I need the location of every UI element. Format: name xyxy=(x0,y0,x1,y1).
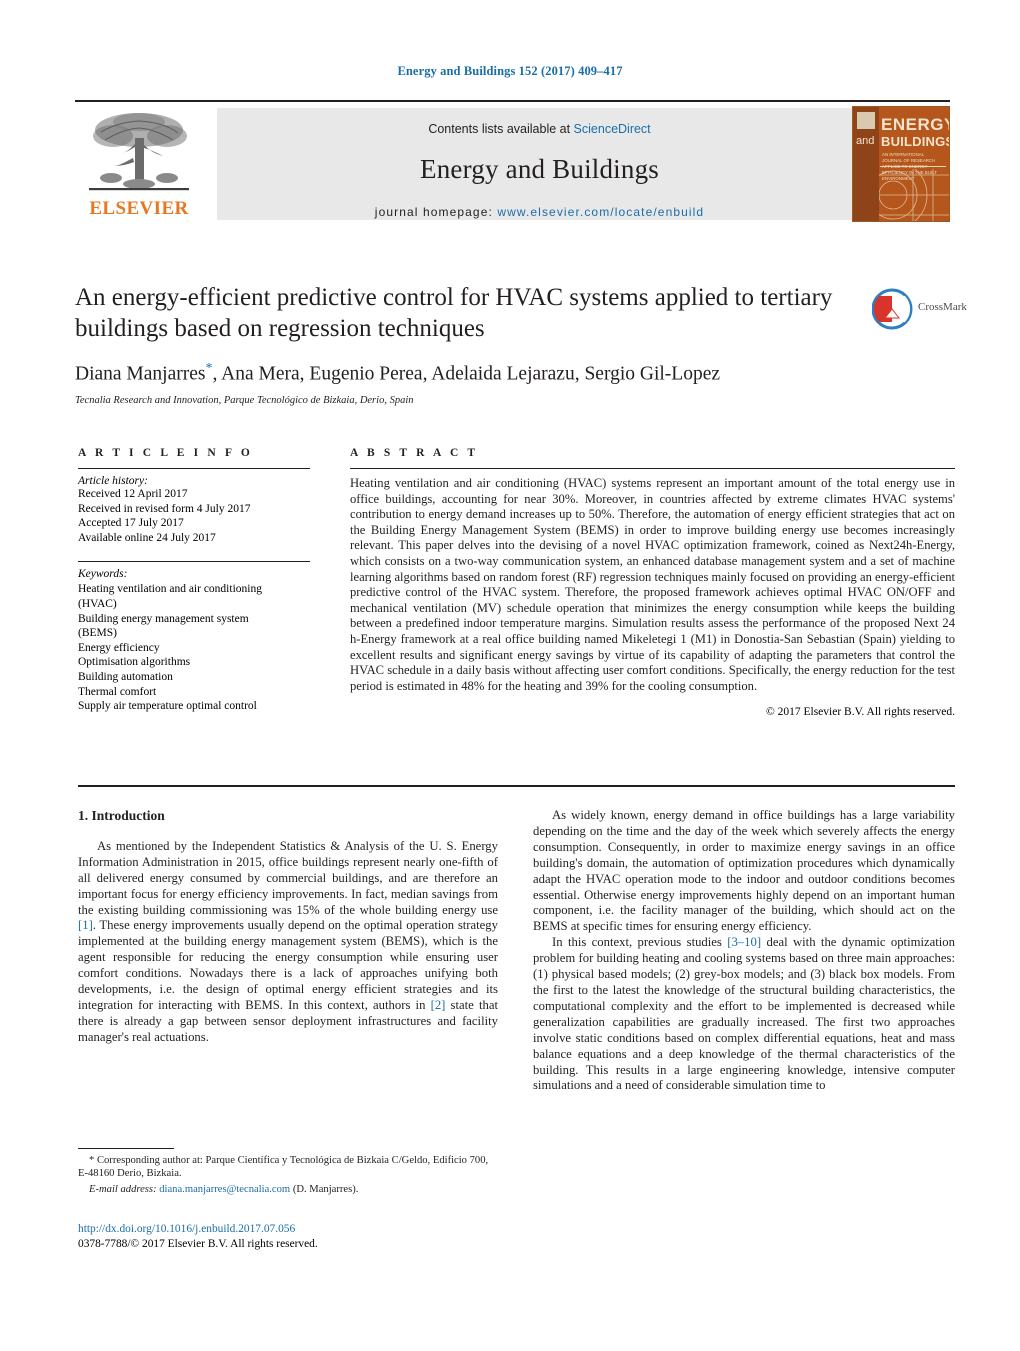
keyword-item: Thermal comfort xyxy=(78,685,157,698)
page-title: An energy-efficient predictive control f… xyxy=(75,284,833,342)
abstract-heading: A B S T R A C T xyxy=(350,447,479,459)
journal-cover-thumbnail: ENERGY and BUILDINGS AN INTERNATIONAL JO… xyxy=(852,106,950,222)
abstract-copyright: © 2017 Elsevier B.V. All rights reserved… xyxy=(766,706,955,719)
cover-title-buildings: BUILDINGS xyxy=(881,134,950,149)
title-block: An energy-efficient predictive control f… xyxy=(75,282,855,406)
affiliation: Tecnalia Research and Innovation, Parque… xyxy=(75,394,414,406)
keyword-item: Building energy management system xyxy=(78,612,249,625)
keywords-label: Keywords: xyxy=(78,568,128,581)
homepage-prefix: journal homepage: xyxy=(374,205,498,219)
footnote-separator xyxy=(78,1148,174,1149)
crossmark-label: CrossMark xyxy=(918,301,967,313)
journal-masthead: ELSEVIER Contents lists available at Sci… xyxy=(75,100,950,222)
footnote-address: Corresponding author at: Parque Científi… xyxy=(78,1155,489,1180)
cover-diagram-icon xyxy=(879,169,949,221)
email-link[interactable]: diana.manjarres@tecnalia.com xyxy=(159,1184,290,1195)
author-others: , Ana Mera, Eugenio Perea, Adelaida Leja… xyxy=(212,363,721,385)
elsevier-tree-icon xyxy=(83,108,195,196)
citation-ref-1[interactable]: [1] xyxy=(78,918,93,932)
cover-title-energy: ENERGY xyxy=(881,115,950,134)
abstract-text: Heating ventilation and air conditioning… xyxy=(350,476,955,693)
journal-title: Energy and Buildings xyxy=(420,154,659,184)
article-history-item: Received 12 April 2017 xyxy=(78,488,188,500)
elsevier-wordmark: ELSEVIER xyxy=(89,198,189,219)
article-history-label: Article history: xyxy=(78,475,148,487)
section-heading-introduction: 1. Introduction xyxy=(78,808,165,823)
contents-line: Contents lists available at ScienceDirec… xyxy=(217,122,862,136)
abstract-bottom-rule xyxy=(78,785,955,787)
keyword-item: (HVAC) xyxy=(78,597,117,610)
corresponding-author-note: * Corresponding author at: Parque Cientí… xyxy=(78,1154,498,1181)
paragraph-text: As mentioned by the Independent Statisti… xyxy=(78,838,498,917)
citation-ref-3-10[interactable]: [3–10] xyxy=(727,935,761,949)
paragraph: As widely known, energy demand in office… xyxy=(533,808,955,934)
running-head: Energy and Buildings 152 (2017) 409–417 xyxy=(397,64,623,78)
paragraph: As mentioned by the Independent Statisti… xyxy=(78,839,498,1046)
contents-prefix: Contents lists available at xyxy=(428,122,574,136)
elsevier-logo: ELSEVIER xyxy=(75,108,203,220)
article-history-item: Received in revised form 4 July 2017 xyxy=(78,502,251,515)
author-list: Diana Manjarres*, Ana Mera, Eugenio Pere… xyxy=(75,361,855,386)
crossmark-badge[interactable]: CrossMark xyxy=(871,288,967,330)
abstract-column: A B S T R A C T Heating ventilation and … xyxy=(350,447,955,718)
keyword-item: (BEMS) xyxy=(78,627,117,640)
paper-page: Energy and Buildings 152 (2017) 409–417 xyxy=(0,0,1020,1351)
doi-block: http://dx.doi.org/10.1016/j.enbuild.2017… xyxy=(78,1222,508,1251)
keywords-list: Heating ventilation and air conditioning… xyxy=(78,582,310,713)
footnote-block: * Corresponding author at: Parque Cientí… xyxy=(78,1154,498,1196)
article-info-rule-top xyxy=(78,468,310,469)
article-history-item: Available online 24 July 2017 xyxy=(78,531,216,544)
email-attribution: (D. Manjarres). xyxy=(290,1183,359,1195)
doi-link[interactable]: http://dx.doi.org/10.1016/j.enbuild.2017… xyxy=(78,1222,508,1237)
homepage-url-link[interactable]: www.elsevier.com/locate/enbuild xyxy=(497,205,704,219)
abstract-rule xyxy=(350,468,955,469)
paragraph-text: deal with the dynamic optimization probl… xyxy=(533,935,955,1093)
keyword-item: Optimisation algorithms xyxy=(78,656,191,669)
keyword-item: Heating ventilation and air conditioning xyxy=(78,583,262,596)
article-info-heading: A R T I C L E I N F O xyxy=(78,447,253,459)
cover-badge-icon xyxy=(857,112,875,129)
article-info-column: A R T I C L E I N F O Article history: R… xyxy=(78,447,310,714)
keyword-item: Supply air temperature optimal control xyxy=(78,700,257,713)
crossmark-icon xyxy=(871,288,913,330)
sciencedirect-link[interactable]: ScienceDirect xyxy=(574,122,651,136)
journal-band: Contents lists available at ScienceDirec… xyxy=(217,108,862,220)
email-line: E-mail address: diana.manjarres@tecnalia… xyxy=(78,1183,498,1196)
keyword-item: Energy efficiency xyxy=(78,641,160,654)
article-history-item: Accepted 17 July 2017 xyxy=(78,517,184,530)
author-corresponding: Diana Manjarres xyxy=(75,363,206,385)
keyword-item: Building automation xyxy=(78,670,173,683)
citation-ref-2[interactable]: [2] xyxy=(431,998,446,1012)
cover-rule xyxy=(880,166,946,167)
paragraph: In this context, previous studies [3–10]… xyxy=(533,935,955,1094)
email-label: E-mail address: xyxy=(89,1183,157,1195)
cover-title-and: and xyxy=(856,135,875,147)
body-column-right: As widely known, energy demand in office… xyxy=(533,808,955,1094)
paragraph-text: In this context, previous studies xyxy=(552,935,728,950)
body-column-left: 1. Introduction As mentioned by the Inde… xyxy=(78,808,498,1046)
journal-homepage-line: journal homepage: www.elsevier.com/locat… xyxy=(217,205,862,219)
article-info-rule-mid xyxy=(78,561,310,563)
issn-copyright-line: 0378-7788/© 2017 Elsevier B.V. All right… xyxy=(78,1237,318,1250)
